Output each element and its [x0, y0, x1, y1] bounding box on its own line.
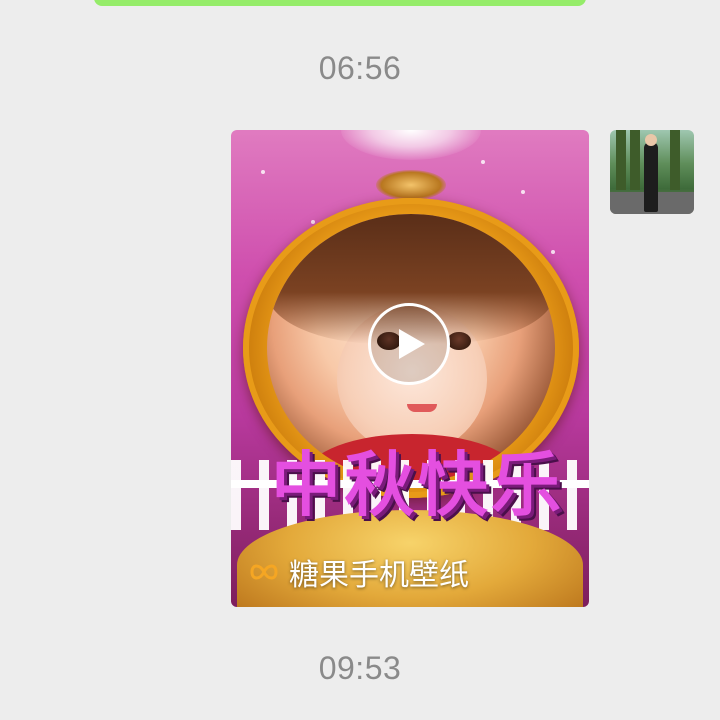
play-icon: [399, 329, 425, 359]
previous-message-bubble[interactable]: [94, 0, 586, 6]
avatar-tree: [670, 130, 680, 190]
message-timestamp: 06:56: [318, 50, 402, 86]
infinity-logo-icon: [249, 561, 279, 583]
sparkle: [551, 250, 555, 254]
channel-attribution: 糖果手机壁纸: [249, 550, 469, 594]
festival-greeting: 中 秋 快 乐: [271, 450, 561, 520]
sparkle: [481, 160, 485, 164]
video-message[interactable]: 中 秋 快 乐 糖果手机壁纸: [231, 130, 589, 607]
chat-screen: 06:56 中 秋 快 乐 糖果手机壁纸 09:53: [0, 0, 720, 720]
moon-glow: [341, 130, 481, 160]
festival-char: 秋: [344, 443, 415, 526]
mouth: [407, 404, 437, 412]
sparkle: [521, 190, 525, 194]
message-timestamp: 09:53: [318, 650, 402, 686]
sparkle: [311, 220, 315, 224]
festival-char: 乐: [490, 443, 561, 526]
sparkle: [261, 170, 265, 174]
avatar-person: [644, 142, 658, 212]
avatar-tree: [630, 130, 640, 190]
festival-char: 快: [417, 443, 488, 526]
right-eye: [447, 332, 471, 350]
festival-char: 中: [271, 443, 341, 526]
sender-avatar[interactable]: [610, 130, 694, 214]
avatar-tree: [616, 130, 626, 190]
channel-name: 糖果手机壁纸: [289, 559, 469, 592]
play-button[interactable]: [368, 303, 450, 385]
avatar-head: [645, 134, 657, 146]
crown-ornament: [376, 170, 446, 200]
